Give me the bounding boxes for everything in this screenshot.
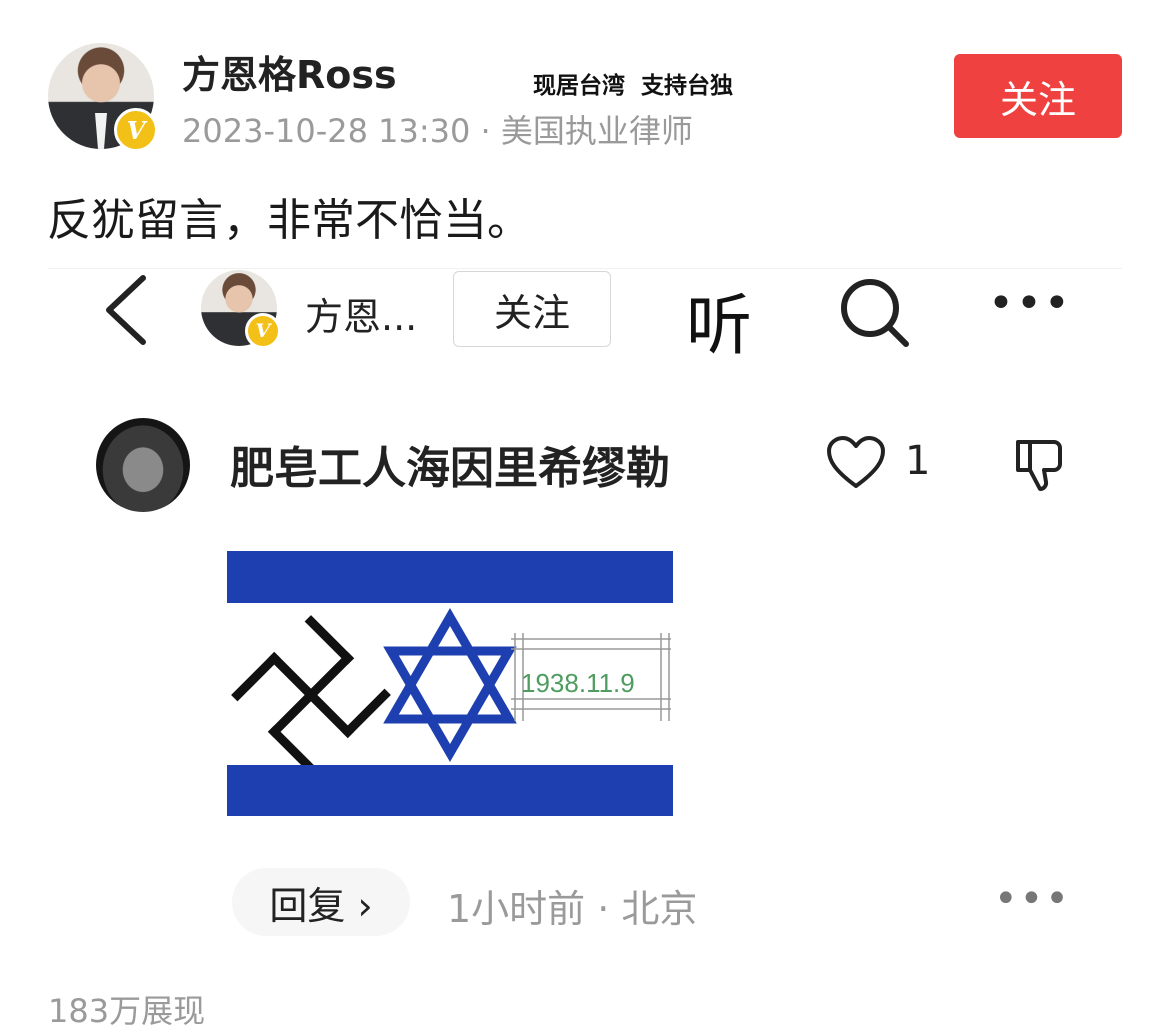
flag-stripe	[227, 765, 673, 816]
verified-badge-icon: V	[245, 313, 281, 349]
image-date-text: 1938.11.9	[521, 668, 635, 698]
flag-stripe	[227, 551, 673, 603]
comment-more-icon[interactable]: •••	[994, 876, 1071, 922]
view-count: 183万展现	[48, 992, 206, 1030]
more-icon[interactable]: •••	[988, 278, 1072, 329]
author-slogan: 现居台湾 支持台独	[533, 73, 734, 99]
comment-meta: 1小时前 · 北京	[447, 887, 698, 931]
search-icon[interactable]	[834, 276, 914, 348]
like-count: 1	[905, 438, 931, 484]
post-meta: 2023-10-28 13:30 · 美国执业律师	[182, 112, 693, 150]
verified-badge-icon: V	[114, 108, 158, 152]
author-name[interactable]: 方恩格Ross	[182, 44, 397, 99]
nav-author-name[interactable]: 方恩...	[305, 286, 417, 341]
thumbs-down-icon[interactable]	[1010, 434, 1070, 494]
reply-button[interactable]: 回复 ›	[232, 868, 410, 936]
back-icon[interactable]	[103, 272, 159, 348]
follow-button[interactable]: 关注	[954, 54, 1122, 138]
commenter-avatar[interactable]	[96, 418, 190, 512]
post-text: 反犹留言，非常不恰当。	[47, 195, 531, 246]
nav-follow-button[interactable]: 关注	[453, 271, 611, 347]
listen-button[interactable]: 听	[686, 272, 752, 368]
commenter-name[interactable]: 肥皂工人海因里希缪勒	[230, 432, 670, 496]
heart-icon[interactable]	[826, 436, 886, 490]
